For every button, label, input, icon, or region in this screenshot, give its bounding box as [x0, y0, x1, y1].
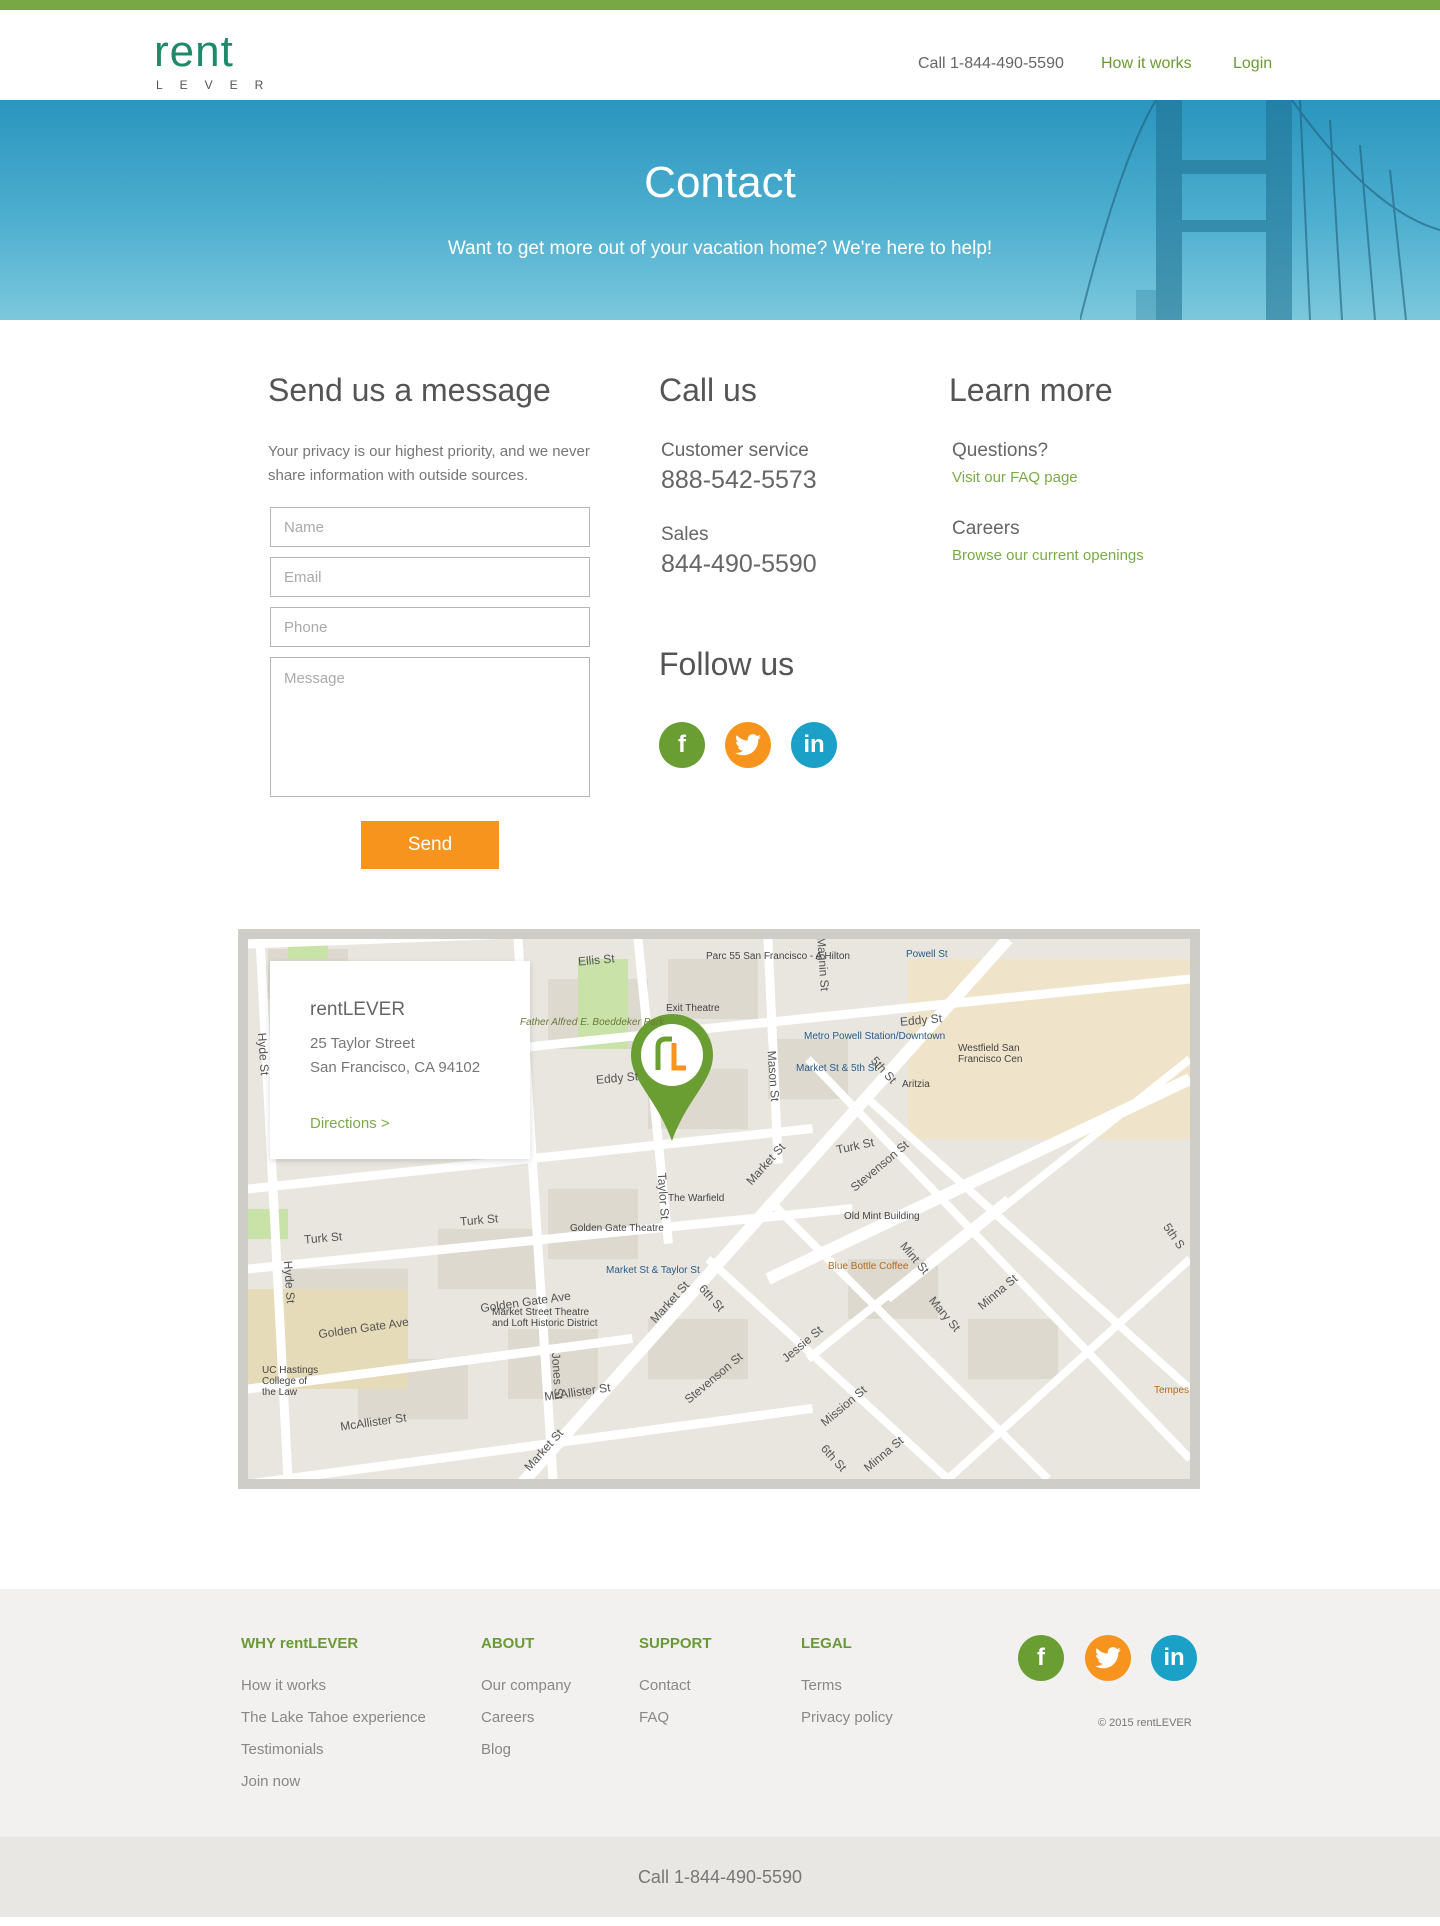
footer-link-testimonials[interactable]: Testimonials — [241, 1741, 324, 1758]
poi-label: Market St & Taylor St — [606, 1265, 700, 1276]
sales-label: Sales — [661, 524, 709, 545]
footer-heading-why: WHY rentLEVER — [241, 1635, 359, 1652]
footer-link-how-it-works[interactable]: How it works — [241, 1677, 326, 1694]
footer-facebook-icon[interactable]: f — [1018, 1635, 1064, 1681]
poi-label: Parc 55 San Francisco - A Hilton — [706, 951, 850, 962]
site-header: rent LEVER Call 1-844-490-5590 How it wo… — [0, 10, 1440, 100]
poi-label: Market St & 5th St — [796, 1063, 878, 1074]
twitter-icon[interactable] — [725, 722, 771, 768]
address-line-2: San Francisco, CA 94102 — [310, 1059, 481, 1076]
address-card: rentLEVER 25 Taylor Street San Francisco… — [270, 961, 530, 1159]
sales-number[interactable]: 844-490-5590 — [661, 550, 817, 579]
hero-subtitle: Want to get more out of your vacation ho… — [447, 238, 993, 259]
footer-linkedin-icon[interactable]: in — [1151, 1635, 1197, 1681]
poi-label: Blue Bottle Coffee — [828, 1261, 909, 1272]
footer-link-careers[interactable]: Careers — [481, 1709, 534, 1726]
twitter-bird-icon — [1095, 1647, 1121, 1669]
footer-link-our-company[interactable]: Our company — [481, 1677, 571, 1694]
footer-link-terms[interactable]: Terms — [801, 1677, 842, 1694]
follow-us-heading: Follow us — [659, 646, 795, 682]
logo-subtitle: LEVER — [156, 78, 281, 92]
linkedin-icon[interactable]: in — [791, 722, 837, 768]
email-input[interactable] — [270, 557, 590, 597]
street-label: Hyde St — [280, 1260, 298, 1304]
footer-twitter-icon[interactable] — [1085, 1635, 1131, 1681]
poi-label: Father Alfred E. Boeddeker Park — [520, 1017, 665, 1028]
page-title: Contact — [644, 158, 796, 207]
footer-link-privacy[interactable]: Privacy policy — [801, 1709, 893, 1726]
call-us-heading: Call us — [659, 372, 757, 408]
bottom-call-bar: Call 1-844-490-5590 — [0, 1837, 1440, 1917]
hero-banner: Contact Want to get more out of your vac… — [0, 100, 1440, 320]
top-accent-bar — [0, 0, 1440, 10]
nav-how-it-works[interactable]: How it works — [1101, 55, 1192, 73]
phone-input[interactable] — [270, 607, 590, 647]
poi-label: UC Hastings College of the Law — [262, 1365, 319, 1398]
poi-label: Old Mint Building — [844, 1211, 920, 1222]
careers-link[interactable]: Browse our current openings — [952, 547, 1144, 564]
poi-label: Metro Powell Station/Downtown — [804, 1031, 946, 1042]
footer-link-blog[interactable]: Blog — [481, 1741, 511, 1758]
privacy-note: Your privacy is our highest priority, an… — [268, 443, 590, 484]
poi-label: Westfield San Francisco Cen — [958, 1043, 1023, 1065]
send-button[interactable]: Send — [361, 821, 499, 869]
poi-label: Exit Theatre — [666, 1003, 720, 1014]
footer-heading-support: SUPPORT — [639, 1635, 712, 1652]
address-line-1: 25 Taylor Street — [310, 1035, 415, 1052]
poi-label: Powell St — [906, 949, 948, 960]
customer-service-number[interactable]: 888-542-5573 — [661, 466, 817, 495]
footer-heading-about: ABOUT — [481, 1635, 535, 1652]
golden-gate-bridge-illustration — [1080, 100, 1440, 320]
poi-label: Aritzia — [902, 1079, 930, 1090]
poi-label: Market Street Theatre and Loft Historic … — [492, 1307, 598, 1329]
footer-link-faq[interactable]: FAQ — [639, 1709, 669, 1726]
poi-label: Tempes — [1154, 1385, 1190, 1396]
message-textarea[interactable] — [270, 657, 590, 797]
directions-link[interactable]: Directions > — [310, 1115, 390, 1132]
footer-link-join-now[interactable]: Join now — [241, 1773, 300, 1790]
site-footer: WHY rentLEVER How it works The Lake Taho… — [0, 1589, 1440, 1837]
learn-more-heading: Learn more — [949, 372, 1113, 408]
poi-label: The Warfield — [668, 1193, 725, 1204]
copyright: © 2015 rentLEVER — [1098, 1717, 1192, 1729]
nav-login[interactable]: Login — [1233, 55, 1272, 73]
footer-link-lake-tahoe[interactable]: The Lake Tahoe experience — [241, 1709, 426, 1726]
careers-label: Careers — [952, 518, 1020, 539]
facebook-icon[interactable]: f — [659, 722, 705, 768]
customer-service-label: Customer service — [661, 440, 809, 461]
footer-heading-legal: LEGAL — [801, 1635, 852, 1652]
map-frame: rentLEVER 25 Taylor Street San Francisco… — [238, 929, 1200, 1489]
map-company-name: rentLEVER — [310, 999, 406, 1020]
questions-label: Questions? — [952, 440, 1049, 461]
header-phone[interactable]: Call 1-844-490-5590 — [918, 55, 1064, 73]
name-input[interactable] — [270, 507, 590, 547]
bottom-call-text[interactable]: Call 1-844-490-5590 — [0, 1867, 1440, 1888]
logo-wordmark: rent — [154, 27, 234, 76]
poi-label: Golden Gate Theatre — [570, 1223, 664, 1234]
footer-link-contact[interactable]: Contact — [639, 1677, 691, 1694]
location-map[interactable]: rentLEVER 25 Taylor Street San Francisco… — [248, 939, 1190, 1479]
message-heading: Send us a message — [268, 372, 551, 408]
rentlever-logo[interactable]: rent LEVER — [154, 27, 266, 93]
faq-link[interactable]: Visit our FAQ page — [952, 469, 1078, 486]
street-label: Hyde St — [254, 1032, 272, 1076]
twitter-bird-icon — [735, 734, 761, 756]
